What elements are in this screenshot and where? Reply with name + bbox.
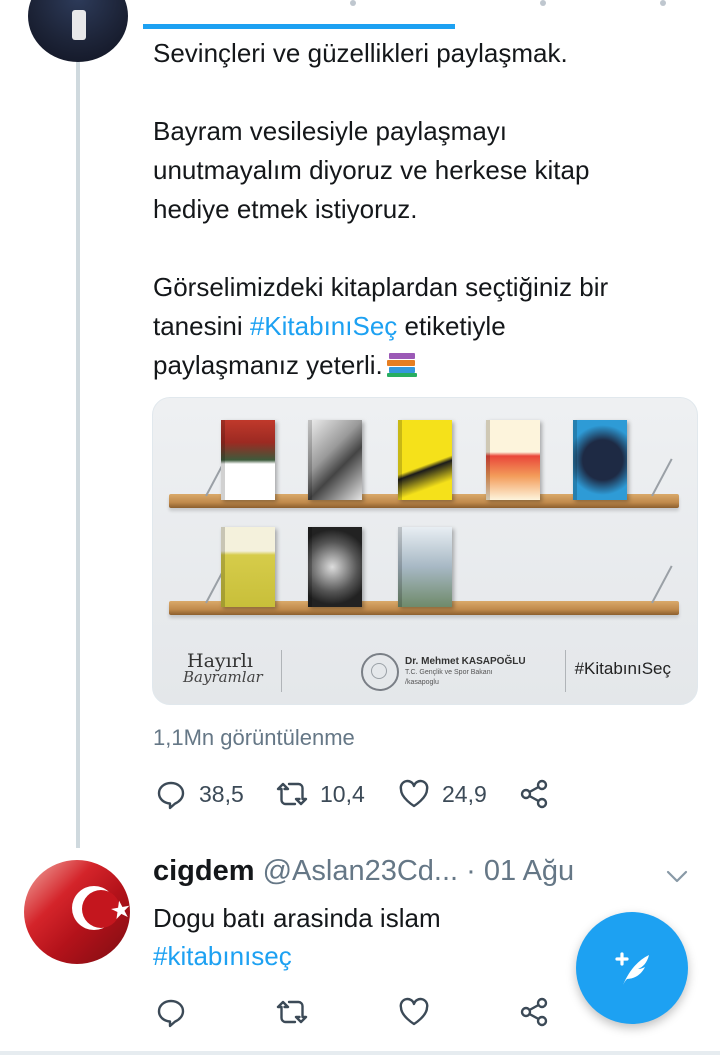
retweet-icon — [276, 1000, 308, 1024]
retweet-icon — [276, 782, 308, 806]
reply-author-name[interactable]: cigdem — [153, 855, 255, 887]
book-cover — [221, 527, 275, 607]
reply-author-avatar[interactable]: ★ — [24, 860, 130, 964]
retweet-button[interactable]: 10,4 — [276, 778, 365, 810]
reply-separator: · — [458, 855, 484, 887]
books-emoji-icon — [386, 353, 417, 377]
divider — [281, 650, 282, 692]
reply-text: Dogu batı arasinda islam — [153, 903, 441, 933]
share-button[interactable] — [518, 778, 550, 810]
book-cover — [398, 527, 452, 607]
book-cover — [486, 420, 540, 500]
divider — [565, 650, 566, 692]
shelf-bracket — [651, 565, 673, 604]
retweet-button[interactable] — [276, 996, 308, 1028]
book-cover — [308, 527, 362, 607]
top-partial-icon — [660, 0, 666, 6]
share-button[interactable] — [518, 996, 550, 1028]
view-count[interactable]: 1,1Mn görüntülenme — [153, 725, 355, 751]
retweet-count: 10,4 — [320, 780, 365, 807]
book-cover — [308, 420, 362, 500]
top-partial-icon — [350, 0, 356, 6]
reply-button[interactable] — [155, 996, 187, 1028]
reply-header: cigdem @Aslan23Cd... · 01 Ağu — [153, 855, 574, 888]
compose-tweet-icon — [615, 952, 649, 985]
heart-icon — [399, 779, 429, 808]
book-cover — [573, 420, 627, 500]
tab-indicator — [143, 24, 455, 29]
chevron-down-icon[interactable] — [664, 866, 690, 886]
heart-icon — [399, 997, 429, 1026]
tweet-hashtag-link[interactable]: #KitabınıSeç — [250, 311, 397, 341]
greeting-script: Bayramlar — [183, 668, 263, 686]
tweet-text-line1: Sevinçleri ve güzellikleri paylaşmak. — [153, 38, 568, 68]
minister-social-handle: /kasapoglu — [405, 679, 439, 686]
star-icon: ★ — [107, 895, 130, 926]
minister-name: Dr. Mehmet KASAPOĞLU — [405, 656, 526, 667]
author-avatar[interactable] — [28, 0, 128, 62]
like-button[interactable]: 24,9 — [398, 778, 487, 810]
thread-line — [76, 58, 80, 848]
reply-icon — [157, 781, 185, 810]
tweet-text-paragraph2: Bayram vesilesiyle paylaşmayı unutmayalı… — [153, 116, 590, 224]
reply-icon — [157, 999, 185, 1028]
share-icon — [520, 997, 548, 1027]
shelf-bracket — [651, 458, 673, 497]
reply-button[interactable]: 38,5 — [155, 778, 244, 810]
book-cover — [398, 420, 452, 500]
like-button[interactable] — [398, 996, 430, 1028]
tweet-media-image[interactable]: Hayırlı Bayramlar Dr. Mehmet KASAPOĞLU T… — [152, 397, 698, 705]
share-icon — [520, 779, 548, 809]
tweet-actions: 38,5 10,4 24,9 — [0, 778, 720, 818]
top-partial-icon — [540, 0, 546, 6]
ministry-seal-logo — [361, 653, 399, 691]
book-cover — [221, 420, 275, 500]
reply-count: 38,5 — [199, 780, 244, 807]
tweet-body: Sevinçleri ve güzellikleri paylaşmak. Ba… — [153, 34, 698, 385]
like-count: 24,9 — [442, 780, 487, 807]
reply-hashtag-link[interactable]: #kitabınıseç — [153, 937, 292, 975]
reply-date[interactable]: 01 Ağu — [484, 855, 574, 887]
reply-author-handle[interactable]: @Aslan23Cd... — [263, 855, 458, 887]
bottom-divider — [0, 1051, 720, 1055]
media-hashtag: #KitabınıSeç — [574, 659, 671, 678]
minister-title: T.C. Gençlik ve Spor Bakanı — [405, 669, 493, 676]
compose-tweet-button[interactable] — [576, 912, 688, 1024]
